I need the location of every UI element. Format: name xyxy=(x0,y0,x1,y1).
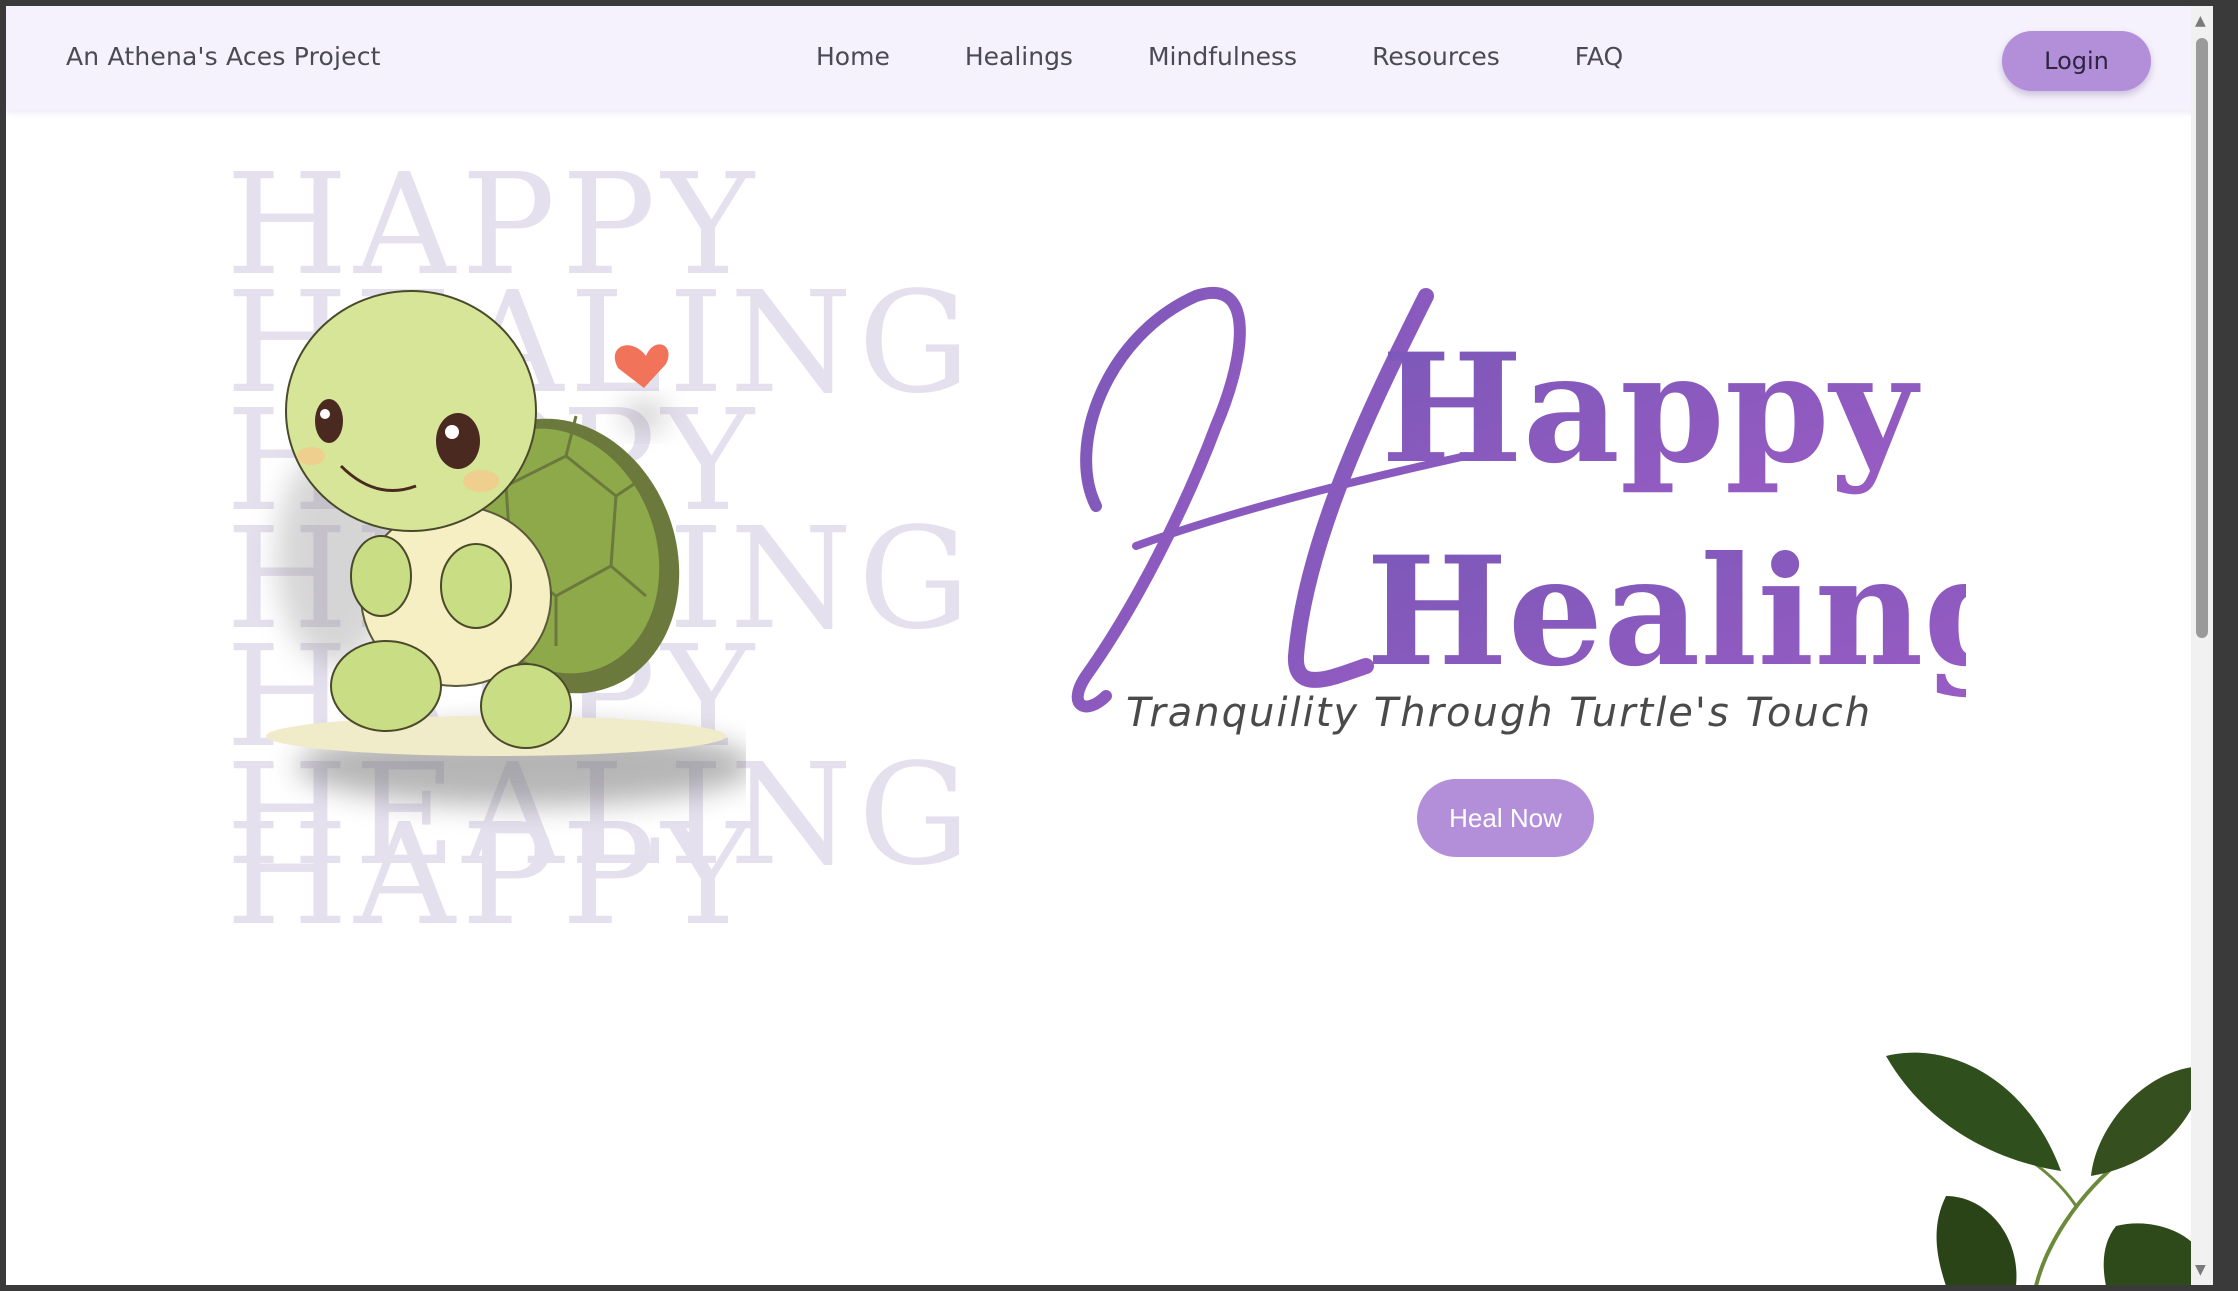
scroll-down-arrow-icon[interactable]: ▼ xyxy=(2195,1263,2206,1277)
logo-tagline: Tranquility Through Turtle's Touch xyxy=(1126,690,1872,736)
plant-leaves-icon xyxy=(1886,1052,2206,1285)
nav-links: Home Healings Mindfulness Resources FAQ xyxy=(816,42,1698,71)
vertical-scrollbar[interactable]: ▲ ▼ xyxy=(2191,6,2213,1285)
heal-now-button[interactable]: Heal Now xyxy=(1417,779,1594,857)
nav-link-healings[interactable]: Healings xyxy=(965,42,1073,71)
turtle-illustration: HAPPY HEALING HAPPY HEALING HAPPY HEALIN… xyxy=(226,156,970,956)
browser-window: An Athena's Aces Project Home Healings M… xyxy=(6,6,2213,1285)
nav-link-faq[interactable]: FAQ xyxy=(1575,42,1623,71)
top-navbar: An Athena's Aces Project Home Healings M… xyxy=(6,6,2213,110)
login-button[interactable]: Login xyxy=(2002,31,2151,91)
nav-link-mindfulness[interactable]: Mindfulness xyxy=(1148,42,1297,71)
happy-healing-logo: Happy Healing Tranquility Through Turtle… xyxy=(1071,287,1966,736)
scroll-thumb[interactable] xyxy=(2196,38,2208,638)
nav-link-resources[interactable]: Resources xyxy=(1372,42,1500,71)
nav-link-home[interactable]: Home xyxy=(816,42,890,71)
turtle-icon xyxy=(266,290,746,806)
logo-line1: Happy xyxy=(1381,321,1921,497)
scroll-up-arrow-icon[interactable]: ▲ xyxy=(2195,14,2206,28)
brand-text[interactable]: An Athena's Aces Project xyxy=(66,42,381,71)
logo-line2: Healing xyxy=(1366,524,1966,700)
